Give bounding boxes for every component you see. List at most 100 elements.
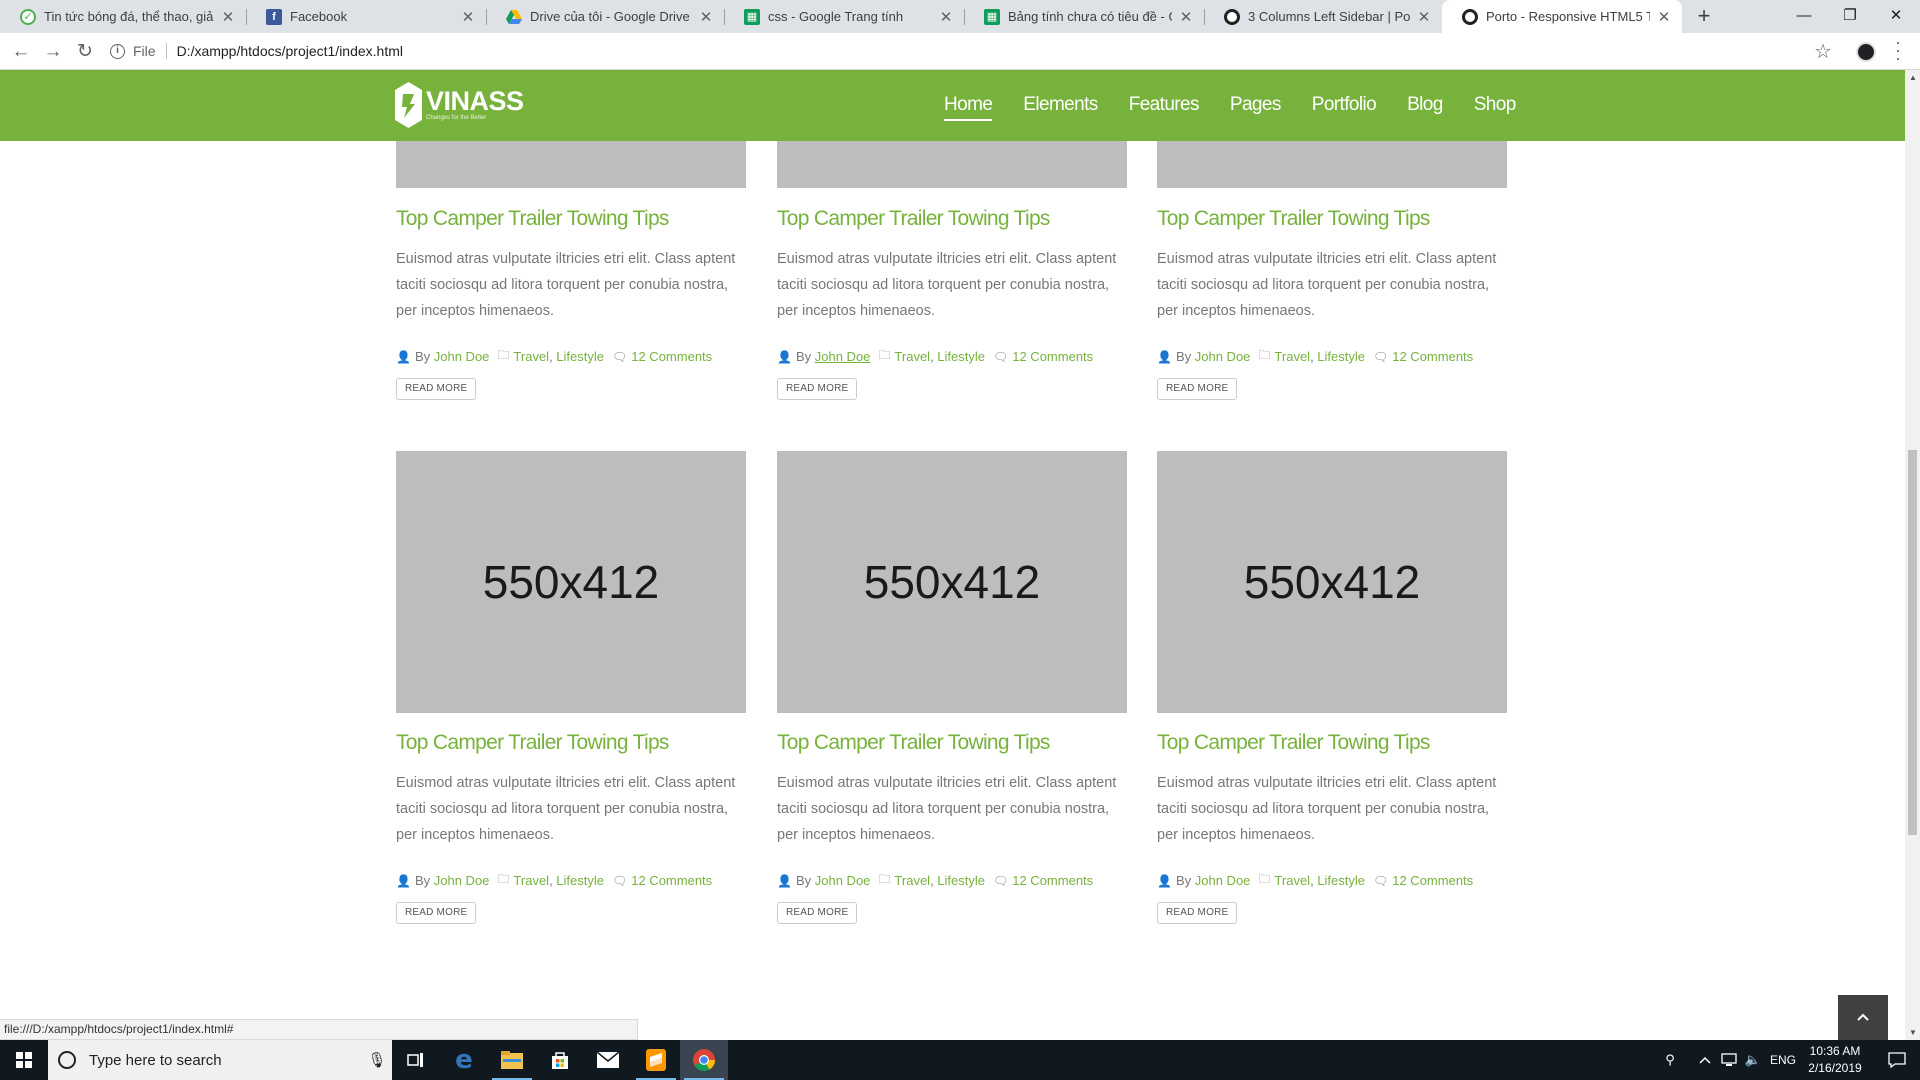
post-author-link[interactable]: John Doe	[434, 873, 490, 888]
post-title[interactable]: Top Camper Trailer Towing Tips	[396, 207, 669, 231]
post-title[interactable]: Top Camper Trailer Towing Tips	[1157, 731, 1430, 755]
close-tab-icon[interactable]: ✕	[938, 8, 954, 26]
edge-icon[interactable]: e	[440, 1040, 488, 1080]
chrome-menu-icon[interactable]: · · ·	[1893, 33, 1903, 67]
post-category-link[interactable]: Lifestyle	[1317, 349, 1365, 364]
new-tab-button[interactable]: +	[1692, 4, 1716, 28]
microphone-icon[interactable]: 🎙	[362, 1051, 392, 1069]
forward-arrow-icon[interactable]: →	[40, 39, 66, 65]
post-category-link[interactable]: Lifestyle	[556, 349, 604, 364]
bookmark-star-icon[interactable]: ☆	[1814, 39, 1832, 64]
address-bar[interactable]: i File D:/xampp/htdocs/project1/index.ht…	[110, 37, 1780, 65]
scroll-up-arrow-icon[interactable]: ▲	[1909, 73, 1917, 82]
close-tab-icon[interactable]: ✕	[698, 8, 714, 26]
back-arrow-icon[interactable]: ←	[8, 39, 34, 65]
minimize-button[interactable]: —	[1781, 0, 1827, 33]
post-category-link[interactable]: Travel	[513, 873, 549, 888]
read-more-button[interactable]: READ MORE	[396, 902, 477, 924]
folder-icon: 🗀	[497, 872, 510, 886]
task-view-icon[interactable]	[392, 1040, 440, 1080]
file-explorer-icon[interactable]	[488, 1040, 536, 1080]
read-more-button[interactable]: READ MORE	[1157, 378, 1238, 400]
close-tab-icon[interactable]: ✕	[1416, 8, 1432, 26]
read-more-button[interactable]: READ MORE	[396, 378, 477, 400]
chrome-icon[interactable]	[680, 1040, 728, 1080]
show-hidden-icons-chevron-icon[interactable]	[1694, 1040, 1716, 1080]
store-icon[interactable]	[536, 1040, 584, 1080]
post-comments-link[interactable]: 12 Comments	[1392, 873, 1473, 888]
nav-shop[interactable]: Shop	[1474, 94, 1517, 116]
post-category-link[interactable]: Travel	[1274, 349, 1310, 364]
nav-features[interactable]: Features	[1129, 94, 1200, 116]
action-center-icon[interactable]	[1874, 1040, 1920, 1080]
post-title[interactable]: Top Camper Trailer Towing Tips	[777, 207, 1050, 231]
post-category-link[interactable]: Lifestyle	[556, 873, 604, 888]
search-placeholder: Type here to search	[89, 1051, 222, 1069]
tab-4[interactable]: ▦ css - Google Trang tính ✕	[724, 0, 964, 33]
nav-portfolio[interactable]: Portfolio	[1312, 94, 1377, 116]
people-icon[interactable]: ⚲	[1656, 1040, 1684, 1080]
post-comments-link[interactable]: 12 Comments	[631, 873, 712, 888]
sublime-text-icon[interactable]	[632, 1040, 680, 1080]
tab-2[interactable]: f Facebook ✕	[246, 0, 486, 33]
close-tab-icon[interactable]: ✕	[1656, 8, 1672, 26]
post-image[interactable]: 550x412	[396, 451, 746, 713]
close-tab-icon[interactable]: ✕	[220, 8, 236, 26]
scroll-down-arrow-icon[interactable]: ▼	[1909, 1028, 1917, 1037]
post-category-link[interactable]: Lifestyle	[937, 873, 985, 888]
mail-icon[interactable]	[584, 1040, 632, 1080]
post-category-link[interactable]: Lifestyle	[937, 349, 985, 364]
post-title[interactable]: Top Camper Trailer Towing Tips	[1157, 207, 1430, 231]
avatar[interactable]	[1856, 42, 1876, 62]
read-more-button[interactable]: READ MORE	[777, 902, 858, 924]
tab-3[interactable]: Drive của tôi - Google Drive ✕	[486, 0, 724, 33]
nav-blog[interactable]: Blog	[1407, 94, 1443, 116]
post-author-link[interactable]: John Doe	[434, 349, 490, 364]
restore-button[interactable]: ❐	[1827, 0, 1873, 33]
clock[interactable]: 10:36 AM 2/16/2019	[1800, 1043, 1870, 1077]
tab-1[interactable]: ✓ Tin tức bóng đá, thể thao, giải trí ✕	[0, 0, 246, 33]
post-category-link[interactable]: Travel	[894, 873, 930, 888]
scrollbar-thumb[interactable]	[1908, 450, 1917, 835]
post-author-link[interactable]: John Doe	[1195, 349, 1251, 364]
post-image[interactable]: 550x412	[1157, 451, 1507, 713]
post-category-link[interactable]: Lifestyle	[1317, 873, 1365, 888]
taskbar-search[interactable]: Type here to search 🎙	[48, 1040, 392, 1080]
post-title[interactable]: Top Camper Trailer Towing Tips	[396, 731, 669, 755]
volume-icon[interactable]: 🔈	[1742, 1040, 1764, 1080]
page-scrollbar[interactable]: ▲ ▼	[1905, 70, 1920, 1040]
close-tab-icon[interactable]: ✕	[1178, 8, 1194, 26]
tab-5[interactable]: ▦ Bảng tính chưa có tiêu đề - Google ✕	[964, 0, 1204, 33]
tab-title: 3 Columns Left Sidebar | Porto - R	[1248, 9, 1410, 24]
post-title[interactable]: Top Camper Trailer Towing Tips	[777, 731, 1050, 755]
post-comments-link[interactable]: 12 Comments	[1392, 349, 1473, 364]
network-icon[interactable]	[1718, 1040, 1740, 1080]
language-indicator[interactable]: ENG	[1766, 1040, 1800, 1080]
nav-pages[interactable]: Pages	[1230, 94, 1281, 116]
comments-icon: 🗨	[1373, 873, 1389, 888]
close-tab-icon[interactable]: ✕	[460, 8, 476, 26]
tab-7-active[interactable]: Porto - Responsive HTML5 Templ ✕	[1442, 0, 1682, 33]
post-author-link[interactable]: John Doe	[815, 873, 871, 888]
post-image[interactable]: 550x412	[777, 451, 1127, 713]
post-comments-link[interactable]: 12 Comments	[1012, 873, 1093, 888]
folder-icon: 🗀	[497, 348, 510, 362]
post-category-link[interactable]: Travel	[1274, 873, 1310, 888]
scroll-to-top-button[interactable]	[1838, 995, 1888, 1040]
post-author-link[interactable]: John Doe	[1195, 873, 1251, 888]
post-category-link[interactable]: Travel	[513, 349, 549, 364]
reload-icon[interactable]: ↻	[72, 39, 98, 65]
post-author-link[interactable]: John Doe	[815, 349, 871, 364]
post-comments-link[interactable]: 12 Comments	[1012, 349, 1093, 364]
site-logo[interactable]: VINASS Changes for the Better	[395, 82, 524, 128]
read-more-button[interactable]: READ MORE	[1157, 902, 1238, 924]
info-icon[interactable]: i	[110, 43, 125, 59]
nav-elements[interactable]: Elements	[1023, 94, 1098, 116]
post-category-link[interactable]: Travel	[894, 349, 930, 364]
read-more-button[interactable]: READ MORE	[777, 378, 858, 400]
nav-home[interactable]: Home	[944, 94, 993, 121]
post-comments-link[interactable]: 12 Comments	[631, 349, 712, 364]
tab-6[interactable]: 3 Columns Left Sidebar | Porto - R ✕	[1204, 0, 1442, 33]
close-window-button[interactable]: ✕	[1873, 0, 1919, 33]
start-button[interactable]	[0, 1040, 48, 1080]
